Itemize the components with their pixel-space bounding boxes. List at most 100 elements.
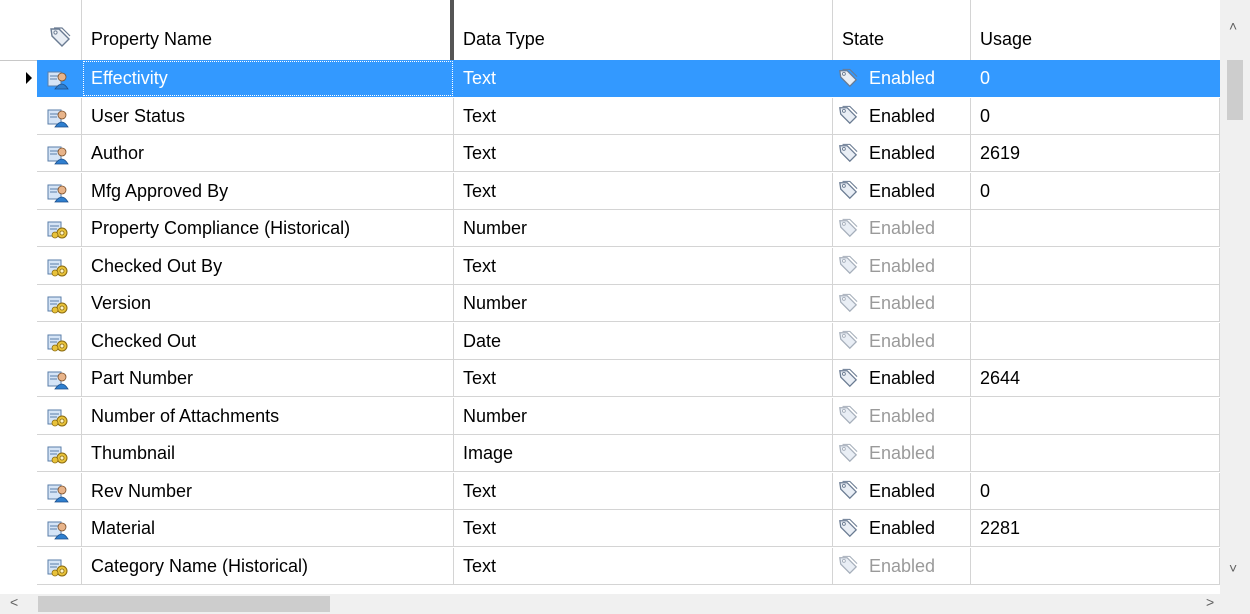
row-indicator[interactable] (0, 60, 37, 97)
usage-cell[interactable]: 0 (971, 97, 1220, 135)
row-indicator[interactable] (0, 173, 37, 210)
property-name-cell[interactable]: Mfg Approved By (82, 172, 454, 210)
row-indicator[interactable] (0, 323, 37, 360)
usage-cell[interactable]: 0 (971, 172, 1220, 210)
state-cell[interactable]: Enabled (833, 547, 971, 585)
state-cell[interactable]: Enabled (833, 322, 971, 360)
row-indicator[interactable] (0, 98, 37, 135)
property-grid[interactable]: Property Name Data Type State Usage Effe… (0, 0, 1220, 594)
vertical-scrollbar[interactable]: ˄ ˅ (1220, 0, 1250, 594)
property-name-cell[interactable]: Material (82, 510, 454, 547)
state-cell[interactable]: Enabled (833, 97, 971, 135)
data-type-cell[interactable]: Text (454, 172, 833, 210)
property-name-cell[interactable]: Checked Out By (82, 247, 454, 285)
usage-cell[interactable] (971, 210, 1220, 247)
table-row[interactable]: Effectivity Text Enabled 0 (0, 60, 1220, 97)
state-cell[interactable]: Enabled (833, 397, 971, 435)
property-name-cell[interactable]: Effectivity (82, 60, 454, 97)
header-icon-column[interactable] (37, 0, 82, 60)
state-label: Enabled (869, 480, 936, 501)
table-row[interactable]: Author Text Enabled 2619 (0, 135, 1220, 172)
state-cell[interactable]: Enabled (833, 247, 971, 285)
header-state[interactable]: State (833, 0, 971, 60)
property-name-cell[interactable]: Category Name (Historical) (82, 547, 454, 585)
usage-cell[interactable]: 2619 (971, 135, 1220, 172)
row-indicator[interactable] (0, 360, 37, 397)
usage-cell[interactable]: 0 (971, 472, 1220, 510)
state-cell[interactable]: Enabled (833, 510, 971, 547)
row-indicator[interactable] (0, 473, 37, 510)
scroll-up-arrow-icon[interactable]: ˄ (1229, 18, 1237, 34)
row-indicator[interactable] (0, 548, 37, 585)
state-cell[interactable]: Enabled (833, 360, 971, 397)
state-cell[interactable]: Enabled (833, 135, 971, 172)
usage-cell[interactable] (971, 397, 1220, 435)
header-property-name[interactable]: Property Name (82, 0, 454, 60)
usage-cell[interactable] (971, 247, 1220, 285)
property-name-cell[interactable]: Property Compliance (Historical) (82, 210, 454, 247)
table-row[interactable]: Thumbnail Image Enabled (0, 435, 1220, 472)
property-name-cell[interactable]: Part Number (82, 360, 454, 397)
row-indicator[interactable] (0, 435, 37, 472)
property-name-cell[interactable]: Checked Out (82, 322, 454, 360)
data-type-cell[interactable]: Text (454, 135, 833, 172)
usage-cell[interactable]: 2281 (971, 510, 1220, 547)
scroll-right-arrow-icon[interactable]: > (1206, 594, 1214, 610)
row-indicator[interactable] (0, 510, 37, 547)
table-row[interactable]: Checked Out By Text Enabled (0, 247, 1220, 285)
horizontal-scrollbar[interactable]: < > (0, 594, 1250, 614)
table-row[interactable]: User Status Text Enabled 0 (0, 97, 1220, 135)
data-type-cell[interactable]: Number (454, 210, 833, 247)
row-indicator[interactable] (0, 135, 37, 172)
usage-cell[interactable] (971, 547, 1220, 585)
table-row[interactable]: Rev Number Text Enabled 0 (0, 472, 1220, 510)
property-name-cell[interactable]: User Status (82, 97, 454, 135)
data-type-cell[interactable]: Text (454, 60, 833, 97)
data-type-cell[interactable]: Number (454, 285, 833, 322)
data-type-cell[interactable]: Date (454, 322, 833, 360)
data-type-cell[interactable]: Text (454, 510, 833, 547)
table-row[interactable]: Part Number Text Enabled 2644 (0, 360, 1220, 397)
table-row[interactable]: Version Number Enabled (0, 285, 1220, 322)
table-row[interactable]: Property Compliance (Historical) Number En… (0, 210, 1220, 247)
usage-cell[interactable]: 2644 (971, 360, 1220, 397)
state-cell[interactable]: Enabled (833, 60, 971, 97)
property-name-cell[interactable]: Number of Attachments (82, 397, 454, 435)
usage-cell[interactable] (971, 322, 1220, 360)
scroll-down-arrow-icon[interactable]: ˅ (1229, 560, 1237, 576)
property-name-cell[interactable]: Thumbnail (82, 435, 454, 472)
property-name-cell[interactable]: Version (82, 285, 454, 322)
row-indicator[interactable] (0, 210, 37, 247)
data-type-cell[interactable]: Text (454, 547, 833, 585)
table-row[interactable]: Category Name (Historical) Text Enabled (0, 547, 1220, 585)
table-row[interactable]: Checked Out Date Enabled (0, 322, 1220, 360)
row-indicator[interactable] (0, 285, 37, 322)
state-cell[interactable]: Enabled (833, 210, 971, 247)
property-name-cell[interactable]: Author (82, 135, 454, 172)
table-row[interactable]: Mfg Approved By Text Enabled 0 (0, 172, 1220, 210)
row-indicator[interactable] (0, 248, 37, 285)
header-data-type[interactable]: Data Type (454, 0, 833, 60)
scroll-left-arrow-icon[interactable]: < (10, 594, 18, 610)
row-indicator[interactable] (0, 398, 37, 435)
table-row[interactable]: Material Text Enabled 2281 (0, 510, 1220, 547)
state-cell[interactable]: Enabled (833, 172, 971, 210)
data-type-cell[interactable]: Text (454, 97, 833, 135)
state-cell[interactable]: Enabled (833, 435, 971, 472)
state-cell[interactable]: Enabled (833, 285, 971, 322)
header-usage[interactable]: Usage (971, 0, 1220, 60)
data-type-cell[interactable]: Text (454, 247, 833, 285)
data-type-cell[interactable]: Text (454, 472, 833, 510)
vertical-scroll-thumb[interactable] (1227, 60, 1243, 120)
user-property-icon (47, 371, 69, 390)
property-name-cell[interactable]: Rev Number (82, 472, 454, 510)
usage-cell[interactable] (971, 285, 1220, 322)
data-type-cell[interactable]: Text (454, 360, 833, 397)
table-row[interactable]: Number of Attachments Number Enabled (0, 397, 1220, 435)
usage-cell[interactable] (971, 435, 1220, 472)
state-cell[interactable]: Enabled (833, 472, 971, 510)
data-type-cell[interactable]: Number (454, 397, 833, 435)
horizontal-scroll-thumb[interactable] (38, 596, 330, 612)
data-type-cell[interactable]: Image (454, 435, 833, 472)
usage-cell[interactable]: 0 (971, 60, 1220, 97)
